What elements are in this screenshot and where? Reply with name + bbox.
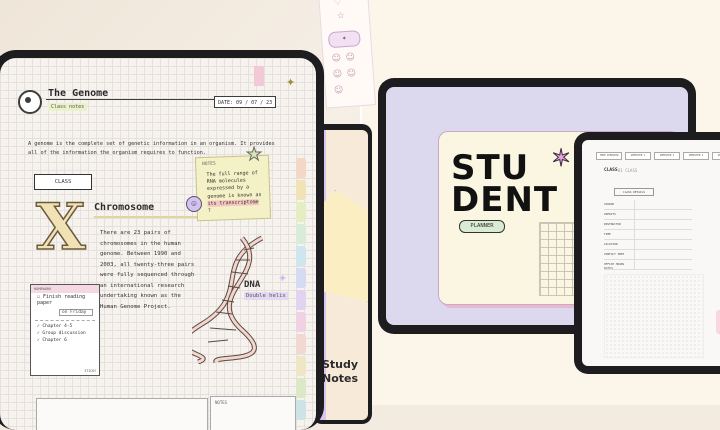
left-tablet-screen[interactable]: ✦ The Genome Class notes DATE: 09 / 07 /…: [0, 58, 316, 430]
checklist: ✓ Chapter 4-5 ✓ Group discussion ✓ Chapt…: [35, 320, 95, 346]
left-tablet: ✦ The Genome Class notes DATE: 09 / 07 /…: [0, 50, 324, 430]
section-tab[interactable]: [296, 400, 306, 420]
class-details-header: CLASS DETAILS: [614, 188, 654, 196]
section-tab[interactable]: [296, 158, 306, 178]
tab-term-overview[interactable]: TERM OVERVIEW: [596, 152, 622, 160]
class-label-box: CLASS: [34, 174, 92, 190]
tab-semester-3[interactable]: SEMESTER 3: [683, 152, 709, 160]
bookmark-ribbon[interactable]: [254, 66, 264, 86]
sticker-smile-icon: ☺: [346, 68, 357, 80]
dna-sublabel: Double helix: [244, 292, 288, 300]
corner-sticker: [716, 310, 720, 334]
section-tab[interactable]: [296, 378, 306, 398]
checklist-item[interactable]: ✓ Group discussion: [37, 330, 93, 337]
blank-box[interactable]: [36, 398, 208, 430]
section-tab[interactable]: [296, 290, 306, 310]
section-tab[interactable]: [296, 312, 306, 332]
tab-semester-2[interactable]: SEMESTER 2: [654, 152, 680, 160]
star-sticker-icon: ✶: [550, 145, 572, 173]
sticker-pill: ✦: [327, 30, 361, 49]
sticker-smile-icon: ☺: [331, 53, 342, 65]
class-form: COURSE CREDITS INSTRUCTOR TIME LOCATION …: [604, 200, 692, 270]
front-tablet-right: TERM OVERVIEW SEMESTER 1 SEMESTER 2 SEME…: [574, 132, 720, 374]
section-tab[interactable]: [296, 224, 306, 244]
class-seal-icon: [18, 90, 42, 114]
planner-tabs: TERM OVERVIEW SEMESTER 1 SEMESTER 2 SEME…: [596, 152, 720, 160]
tab-semester-4[interactable]: SEMESTER 4: [712, 152, 720, 160]
front-tablet-screen[interactable]: TERM OVERVIEW SEMESTER 1 SEMESTER 2 SEME…: [582, 140, 720, 366]
sticker-smile-icon: ☺: [333, 85, 344, 97]
date-field[interactable]: DATE: 09 / 07 / 23: [214, 96, 276, 108]
class-subheading: 01 CLASS: [618, 168, 638, 173]
form-row[interactable]: CONTACT INFO: [604, 250, 692, 260]
body-text: There are 23 pairs of chromosomes in the…: [100, 230, 195, 310]
class-heading: CLASS: [604, 168, 618, 173]
notes-box-label: NOTES: [215, 400, 228, 405]
title-underline: [46, 99, 214, 100]
note-label: NOTES: [202, 161, 216, 168]
section-tab[interactable]: [296, 334, 306, 354]
page-subtitle: Class notes: [48, 103, 88, 111]
cover-title: STU DENT: [451, 148, 559, 220]
sticker-heart-icon: ♡: [333, 0, 343, 8]
section-tab[interactable]: [296, 246, 306, 266]
homework-card[interactable]: HOMEWORK ☐ Finish reading paper on Frida…: [30, 284, 100, 376]
sparkle-icon: ✦: [278, 273, 288, 285]
sticker-star-icon: ☆: [336, 11, 346, 22]
sparkle-icon: ✦: [286, 77, 296, 89]
checklist-item[interactable]: ✓ Chapter 4-5: [37, 323, 93, 330]
sticky-footer: STICKY: [84, 369, 96, 373]
section-tab[interactable]: [296, 180, 306, 200]
homework-item: ☐ Finish reading paper: [37, 294, 86, 306]
section-tab[interactable]: [296, 356, 306, 376]
form-row[interactable]: CREDITS: [604, 210, 692, 220]
highlighted-text: its transcriptome: [207, 198, 259, 207]
form-row[interactable]: COURSE: [604, 200, 692, 210]
sticker-smile-icon: ☺: [345, 52, 356, 64]
form-row[interactable]: TIME: [604, 230, 692, 240]
notes-dot-grid[interactable]: [604, 274, 704, 358]
tab-semester-1[interactable]: SEMESTER 1: [625, 152, 651, 160]
due-badge: on Friday: [59, 309, 93, 316]
sticker-sheet: ♡ ☆ ✦ ☺ ☺ ☺ ☺ ☺: [317, 0, 377, 109]
note-text: The full range of RNA molecules expresse…: [206, 170, 262, 214]
planner-label: PLANNER: [459, 220, 505, 233]
notes-label: NOTES: [604, 266, 614, 270]
notes-box[interactable]: NOTES: [210, 396, 296, 430]
side-tabs: [296, 158, 306, 428]
sticker-smile-icon: ☺: [332, 69, 343, 81]
smiley-sticker-icon: ☺: [186, 196, 202, 212]
star-sticker-icon: ★: [245, 144, 263, 165]
form-row[interactable]: INSTRUCTOR: [604, 220, 692, 230]
shape-decoration: [320, 190, 368, 302]
homework-header: HOMEWORK: [31, 285, 99, 293]
dna-label: DNA: [244, 280, 261, 290]
page-title: The Genome: [48, 88, 109, 99]
section-tab[interactable]: [296, 268, 306, 288]
chromosome-x-illustration: X: [35, 190, 86, 265]
form-row[interactable]: LOCATION: [604, 240, 692, 250]
section-tab[interactable]: [296, 202, 306, 222]
checklist-item[interactable]: ✓ Chapter 6: [37, 337, 93, 344]
section-heading: Chromosome: [94, 202, 155, 213]
study-notes-title: Study Notes: [322, 358, 359, 385]
form-row[interactable]: OFFICE HOURS: [604, 260, 692, 270]
